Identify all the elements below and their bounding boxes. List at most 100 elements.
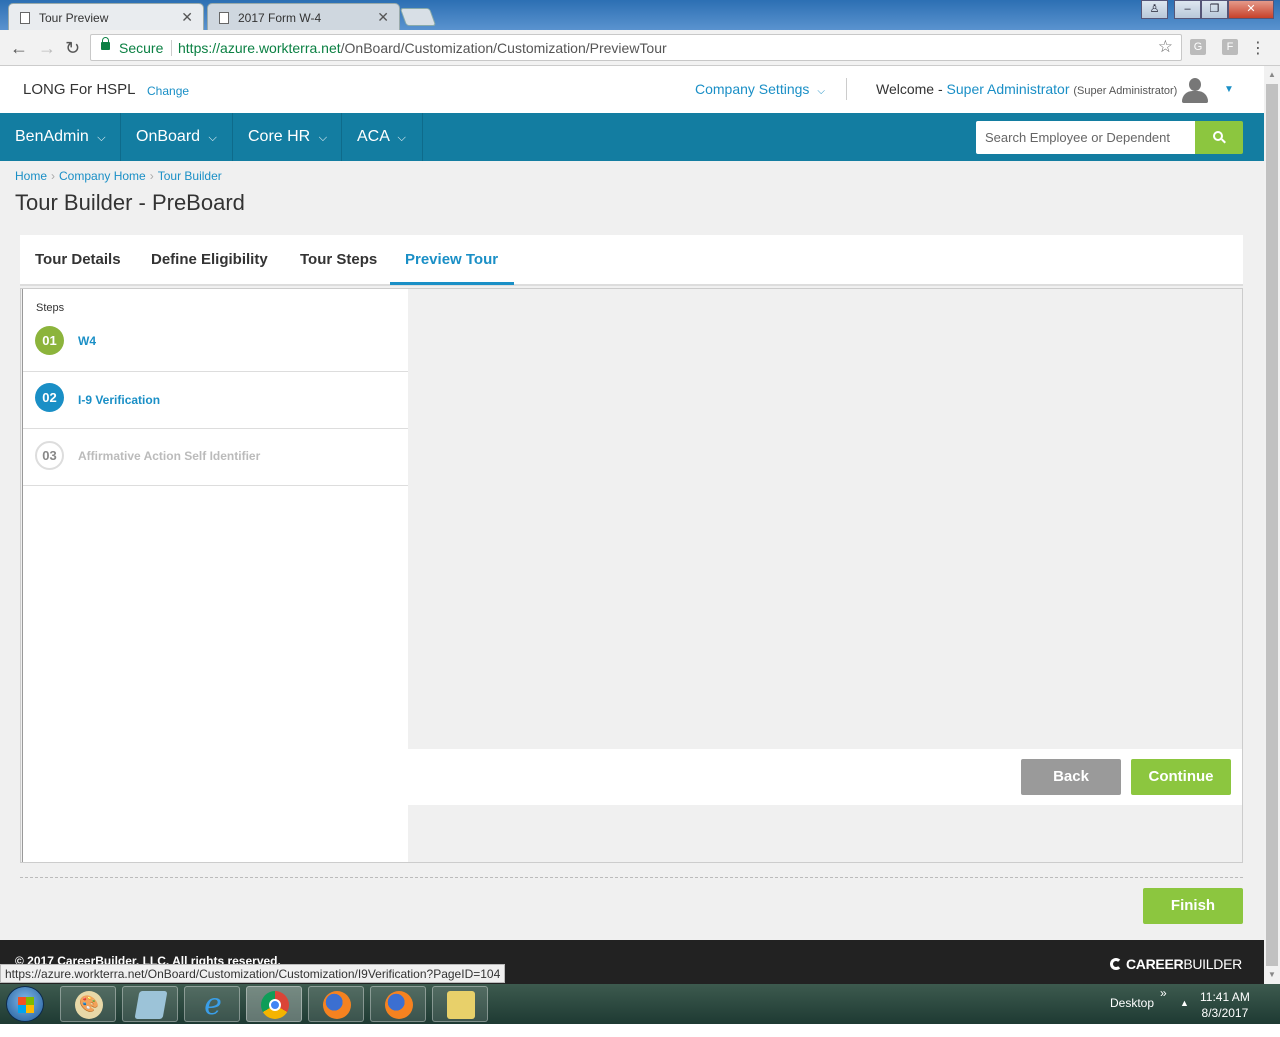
url-path: /OnBoard/Customization/Customization/Pre… [340,40,667,56]
new-tab-button[interactable] [399,8,437,26]
clock-time: 11:41 AM [1200,990,1250,1004]
header-divider [846,78,847,100]
taskbar-chrome[interactable] [246,986,302,1022]
taskbar-paint[interactable]: 🎨 [60,986,116,1022]
step-w4[interactable]: 01 W4 [23,289,409,372]
taskbar-internet-explorer[interactable]: e [184,986,240,1022]
user-profile-icon[interactable]: ♙ [1141,0,1168,19]
breadcrumb-company-home[interactable]: Company Home [59,169,146,183]
scroll-thumb[interactable] [1266,84,1278,966]
page-scrollbar[interactable]: ▲ ▼ [1264,66,1280,984]
nav-label: BenAdmin [15,128,89,145]
internet-explorer-icon: e [204,987,222,1022]
back-button[interactable]: Back [1021,759,1121,795]
nav-label: ACA [357,128,390,145]
windows-taskbar: 🎨 e Desktop » ▲ 11:41 AM 8/3/2017 [0,984,1280,1024]
back-arrow-icon[interactable]: ← [10,38,28,59]
chevron-right-icon: › [149,169,154,183]
chevron-down-icon: ⌵ [397,132,406,144]
show-hidden-icons-icon[interactable]: ▲ [1180,998,1189,1008]
windows-logo-icon-lower [18,1005,34,1013]
tab-define-eligibility[interactable]: Define Eligibility [151,235,268,286]
bookmark-star-icon[interactable]: ☆ [1158,37,1173,57]
avatar-body [1182,91,1208,103]
continue-button[interactable]: Continue [1131,759,1231,795]
extension-g-icon[interactable]: G [1190,39,1206,55]
careerbuilder-logo: CAREERBUILDER [1110,956,1242,972]
step-preview-frame [408,289,1242,749]
breadcrumb-home[interactable]: Home [15,169,47,183]
close-window-button[interactable]: ✕ [1228,0,1274,19]
notepad-icon [134,991,168,1019]
url-scheme: https:// [178,40,221,56]
step-number-badge: 01 [35,326,64,355]
nav-aca[interactable]: ACA ⌵ [342,113,423,161]
change-company-link[interactable]: Change [147,84,189,98]
secure-label: Secure [119,40,164,56]
company-settings-label: Company Settings [695,81,810,97]
careerbuilder-logo-icon [1110,958,1122,970]
step-i9-verification[interactable]: 02 I-9 Verification [23,372,409,429]
browser-tabstrip: Tour Preview ✕ 2017 Form W-4 ✕ ♙ – ❐ ✕ [0,0,1280,30]
start-button[interactable] [6,986,44,1022]
taskbar-firefox-2[interactable] [370,986,426,1022]
tab-tour-details[interactable]: Tour Details [35,235,121,286]
forward-arrow-icon[interactable]: → [38,38,56,59]
breadcrumb: Home › Company Home › Tour Builder [15,169,222,183]
step-affirmative-action: 03 Affirmative Action Self Identifier [23,429,409,486]
nav-benadmin[interactable]: BenAdmin ⌵ [0,113,121,161]
lock-icon [101,37,110,50]
paint-icon: 🎨 [75,991,103,1019]
nav-label: Core HR [248,128,311,145]
browser-tab-tour-preview[interactable]: Tour Preview ✕ [8,3,204,30]
url-text: https://azure.workterra.net/OnBoard/Cust… [178,40,667,56]
search-button[interactable] [1195,121,1243,154]
reload-icon[interactable]: ↻ [65,38,80,59]
nav-label: OnBoard [136,128,201,145]
chevron-down-icon: ⌵ [97,132,106,144]
employee-search-input[interactable] [976,121,1195,154]
close-tab-icon[interactable]: ✕ [377,9,389,26]
extension-icon[interactable]: F [1222,39,1238,55]
user-menu-caret-icon[interactable]: ▼ [1224,84,1234,95]
company-settings-dropdown[interactable]: Company Settings ⌵ [695,81,825,97]
firefox-icon [323,991,351,1019]
toolbar-expand-icon[interactable]: » [1160,986,1167,1000]
window-controls: ♙ – ❐ ✕ [1141,0,1274,20]
screen-bottom-edge [0,1024,1280,1037]
nav-onboard[interactable]: OnBoard ⌵ [121,113,233,161]
preview-content: Steps 01 W4 02 I-9 Verification 03 Affir… [20,288,1243,863]
taskbar-firefox[interactable] [308,986,364,1022]
main-nav: BenAdmin ⌵ OnBoard ⌵ Core HR ⌵ ACA ⌵ [0,113,1264,161]
page-viewport: LONG For HSPL Change Company Settings ⌵ W… [0,66,1264,984]
steps-panel: Steps 01 W4 02 I-9 Verification 03 Affir… [22,289,409,862]
avatar[interactable] [1180,78,1210,104]
taskbar-clock[interactable]: 11:41 AM 8/3/2017 [1200,989,1250,1021]
tab-tour-steps[interactable]: Tour Steps [300,235,377,286]
address-separator [171,40,172,56]
browser-tab-form-w4[interactable]: 2017 Form W-4 ✕ [207,3,400,30]
desktop-toolbar-label[interactable]: Desktop [1110,996,1154,1010]
chevron-down-icon: ⌵ [817,86,825,97]
search-icon-handle [1221,138,1226,144]
step-number-badge: 02 [35,383,64,412]
browser-menu-icon[interactable]: ⋮ [1250,38,1266,58]
step-label: Affirmative Action Self Identifier [78,449,261,463]
scroll-down-icon[interactable]: ▼ [1268,970,1276,979]
url-host: azure.workterra.net [220,40,341,56]
nav-core-hr[interactable]: Core HR ⌵ [233,113,342,161]
taskbar-notes[interactable] [122,986,178,1022]
welcome-text: Welcome - Super Administrator (Super Adm… [876,81,1177,97]
chevron-right-icon: › [51,169,56,183]
taskbar-file-explorer[interactable] [432,986,488,1022]
finish-button[interactable]: Finish [1143,888,1243,924]
maximize-button[interactable]: ❐ [1201,0,1228,19]
tab-preview-tour[interactable]: Preview Tour [390,235,514,285]
user-name-link[interactable]: Super Administrator [947,81,1070,97]
close-tab-icon[interactable]: ✕ [181,9,193,26]
breadcrumb-tour-builder[interactable]: Tour Builder [158,169,222,183]
address-bar[interactable]: Secure https://azure.workterra.net/OnBoa… [90,34,1182,61]
scroll-up-icon[interactable]: ▲ [1268,70,1276,79]
minimize-button[interactable]: – [1174,0,1201,19]
browser-tab-title: Tour Preview [39,11,109,25]
